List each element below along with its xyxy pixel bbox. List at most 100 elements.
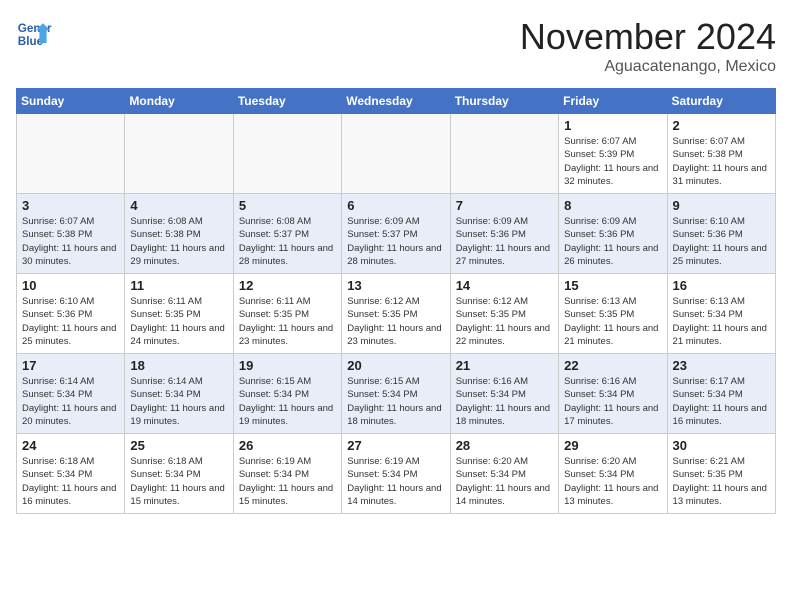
day-number: 19 xyxy=(239,358,336,373)
day-info: Sunrise: 6:14 AMSunset: 5:34 PMDaylight:… xyxy=(22,375,119,428)
day-info: Sunrise: 6:09 AMSunset: 5:36 PMDaylight:… xyxy=(564,215,661,268)
calendar-cell: 20 Sunrise: 6:15 AMSunset: 5:34 PMDayligh… xyxy=(342,354,450,434)
col-header-monday: Monday xyxy=(125,89,233,114)
day-number: 3 xyxy=(22,198,119,213)
day-number: 2 xyxy=(673,118,770,133)
calendar-row-4: 24Sunrise: 6:18 AMSunset: 5:34 PMDayligh… xyxy=(17,434,776,514)
day-number: 13 xyxy=(347,278,444,293)
calendar-cell: 21Sunrise: 6:16 AMSunset: 5:34 PMDayligh… xyxy=(450,354,558,434)
calendar-cell: 11 Sunrise: 6:11 AMSunset: 5:35 PMDayligh… xyxy=(125,274,233,354)
calendar-cell: 14 Sunrise: 6:12 AMSunset: 5:35 PMDayligh… xyxy=(450,274,558,354)
day-number: 28 xyxy=(456,438,553,453)
month-title: November 2024 xyxy=(520,16,776,58)
day-number: 14 xyxy=(456,278,553,293)
calendar-cell: 22Sunrise: 6:16 AMSunset: 5:34 PMDayligh… xyxy=(559,354,667,434)
day-info: Sunrise: 6:07 AMSunset: 5:38 PMDaylight:… xyxy=(673,135,770,188)
day-info: Sunrise: 6:09 AMSunset: 5:36 PMDaylight:… xyxy=(456,215,553,268)
calendar-table: SundayMondayTuesdayWednesdayThursdayFrid… xyxy=(16,88,776,514)
day-info: Sunrise: 6:18 AMSunset: 5:34 PMDaylight:… xyxy=(22,455,119,508)
day-info: Sunrise: 6:19 AMSunset: 5:34 PMDaylight:… xyxy=(239,455,336,508)
day-info: Sunrise: 6:08 AMSunset: 5:37 PMDaylight:… xyxy=(239,215,336,268)
calendar-cell xyxy=(450,114,558,194)
calendar-cell xyxy=(125,114,233,194)
calendar-cell xyxy=(17,114,125,194)
day-info: Sunrise: 6:20 AMSunset: 5:34 PMDaylight:… xyxy=(564,455,661,508)
day-info: Sunrise: 6:15 AMSunset: 5:34 PMDaylight:… xyxy=(239,375,336,428)
calendar-cell: 24Sunrise: 6:18 AMSunset: 5:34 PMDayligh… xyxy=(17,434,125,514)
calendar-cell: 7 Sunrise: 6:09 AMSunset: 5:36 PMDaylight… xyxy=(450,194,558,274)
day-info: Sunrise: 6:08 AMSunset: 5:38 PMDaylight:… xyxy=(130,215,227,268)
location: Aguacatenango, Mexico xyxy=(520,58,776,76)
day-number: 11 xyxy=(130,278,227,293)
day-info: Sunrise: 6:16 AMSunset: 5:34 PMDaylight:… xyxy=(564,375,661,428)
logo-icon: General Blue xyxy=(16,16,52,52)
day-number: 8 xyxy=(564,198,661,213)
day-number: 20 xyxy=(347,358,444,373)
header-row: SundayMondayTuesdayWednesdayThursdayFrid… xyxy=(17,89,776,114)
calendar-cell: 15 Sunrise: 6:13 AMSunset: 5:35 PMDayligh… xyxy=(559,274,667,354)
calendar-cell: 23 Sunrise: 6:17 AMSunset: 5:34 PMDayligh… xyxy=(667,354,775,434)
day-info: Sunrise: 6:14 AMSunset: 5:34 PMDaylight:… xyxy=(130,375,227,428)
day-number: 17 xyxy=(22,358,119,373)
calendar-row-1: 3 Sunrise: 6:07 AMSunset: 5:38 PMDaylight… xyxy=(17,194,776,274)
calendar-cell: 28 Sunrise: 6:20 AMSunset: 5:34 PMDayligh… xyxy=(450,434,558,514)
calendar-cell: 29 Sunrise: 6:20 AMSunset: 5:34 PMDayligh… xyxy=(559,434,667,514)
day-number: 15 xyxy=(564,278,661,293)
day-number: 23 xyxy=(673,358,770,373)
calendar-cell: 2 Sunrise: 6:07 AMSunset: 5:38 PMDaylight… xyxy=(667,114,775,194)
day-number: 29 xyxy=(564,438,661,453)
day-number: 1 xyxy=(564,118,661,133)
day-info: Sunrise: 6:15 AMSunset: 5:34 PMDaylight:… xyxy=(347,375,444,428)
day-number: 27 xyxy=(347,438,444,453)
calendar-row-3: 17 Sunrise: 6:14 AMSunset: 5:34 PMDayligh… xyxy=(17,354,776,434)
calendar-cell: 26Sunrise: 6:19 AMSunset: 5:34 PMDayligh… xyxy=(233,434,341,514)
day-info: Sunrise: 6:10 AMSunset: 5:36 PMDaylight:… xyxy=(22,295,119,348)
day-info: Sunrise: 6:18 AMSunset: 5:34 PMDaylight:… xyxy=(130,455,227,508)
day-info: Sunrise: 6:12 AMSunset: 5:35 PMDaylight:… xyxy=(347,295,444,348)
day-number: 18 xyxy=(130,358,227,373)
col-header-thursday: Thursday xyxy=(450,89,558,114)
logo: General Blue xyxy=(16,16,52,52)
calendar-cell: 13 Sunrise: 6:12 AMSunset: 5:35 PMDayligh… xyxy=(342,274,450,354)
calendar-row-2: 10Sunrise: 6:10 AMSunset: 5:36 PMDayligh… xyxy=(17,274,776,354)
day-number: 25 xyxy=(130,438,227,453)
calendar-cell: 6 Sunrise: 6:09 AMSunset: 5:37 PMDaylight… xyxy=(342,194,450,274)
day-info: Sunrise: 6:12 AMSunset: 5:35 PMDaylight:… xyxy=(456,295,553,348)
col-header-sunday: Sunday xyxy=(17,89,125,114)
day-number: 7 xyxy=(456,198,553,213)
calendar-row-0: 1 Sunrise: 6:07 AMSunset: 5:39 PMDaylight… xyxy=(17,114,776,194)
calendar-cell: 16Sunrise: 6:13 AMSunset: 5:34 PMDayligh… xyxy=(667,274,775,354)
day-info: Sunrise: 6:19 AMSunset: 5:34 PMDaylight:… xyxy=(347,455,444,508)
calendar-cell: 9 Sunrise: 6:10 AMSunset: 5:36 PMDaylight… xyxy=(667,194,775,274)
day-number: 12 xyxy=(239,278,336,293)
day-info: Sunrise: 6:10 AMSunset: 5:36 PMDaylight:… xyxy=(673,215,770,268)
calendar-cell: 18 Sunrise: 6:14 AMSunset: 5:34 PMDayligh… xyxy=(125,354,233,434)
calendar-cell: 5 Sunrise: 6:08 AMSunset: 5:37 PMDaylight… xyxy=(233,194,341,274)
page-header: General Blue November 2024 Aguacatenango… xyxy=(16,16,776,76)
calendar-cell: 8 Sunrise: 6:09 AMSunset: 5:36 PMDaylight… xyxy=(559,194,667,274)
calendar-cell xyxy=(342,114,450,194)
calendar-cell xyxy=(233,114,341,194)
day-number: 9 xyxy=(673,198,770,213)
day-info: Sunrise: 6:13 AMSunset: 5:35 PMDaylight:… xyxy=(564,295,661,348)
calendar-cell: 1 Sunrise: 6:07 AMSunset: 5:39 PMDaylight… xyxy=(559,114,667,194)
day-info: Sunrise: 6:07 AMSunset: 5:39 PMDaylight:… xyxy=(564,135,661,188)
day-number: 16 xyxy=(673,278,770,293)
day-info: Sunrise: 6:16 AMSunset: 5:34 PMDaylight:… xyxy=(456,375,553,428)
col-header-saturday: Saturday xyxy=(667,89,775,114)
day-number: 4 xyxy=(130,198,227,213)
day-info: Sunrise: 6:20 AMSunset: 5:34 PMDaylight:… xyxy=(456,455,553,508)
day-info: Sunrise: 6:11 AMSunset: 5:35 PMDaylight:… xyxy=(130,295,227,348)
calendar-cell: 12Sunrise: 6:11 AMSunset: 5:35 PMDayligh… xyxy=(233,274,341,354)
day-number: 5 xyxy=(239,198,336,213)
day-info: Sunrise: 6:17 AMSunset: 5:34 PMDaylight:… xyxy=(673,375,770,428)
day-info: Sunrise: 6:21 AMSunset: 5:35 PMDaylight:… xyxy=(673,455,770,508)
day-number: 6 xyxy=(347,198,444,213)
col-header-wednesday: Wednesday xyxy=(342,89,450,114)
calendar-cell: 3 Sunrise: 6:07 AMSunset: 5:38 PMDaylight… xyxy=(17,194,125,274)
day-info: Sunrise: 6:07 AMSunset: 5:38 PMDaylight:… xyxy=(22,215,119,268)
calendar-cell: 27 Sunrise: 6:19 AMSunset: 5:34 PMDayligh… xyxy=(342,434,450,514)
calendar-cell: 10Sunrise: 6:10 AMSunset: 5:36 PMDayligh… xyxy=(17,274,125,354)
day-info: Sunrise: 6:09 AMSunset: 5:37 PMDaylight:… xyxy=(347,215,444,268)
calendar-cell: 4 Sunrise: 6:08 AMSunset: 5:38 PMDaylight… xyxy=(125,194,233,274)
